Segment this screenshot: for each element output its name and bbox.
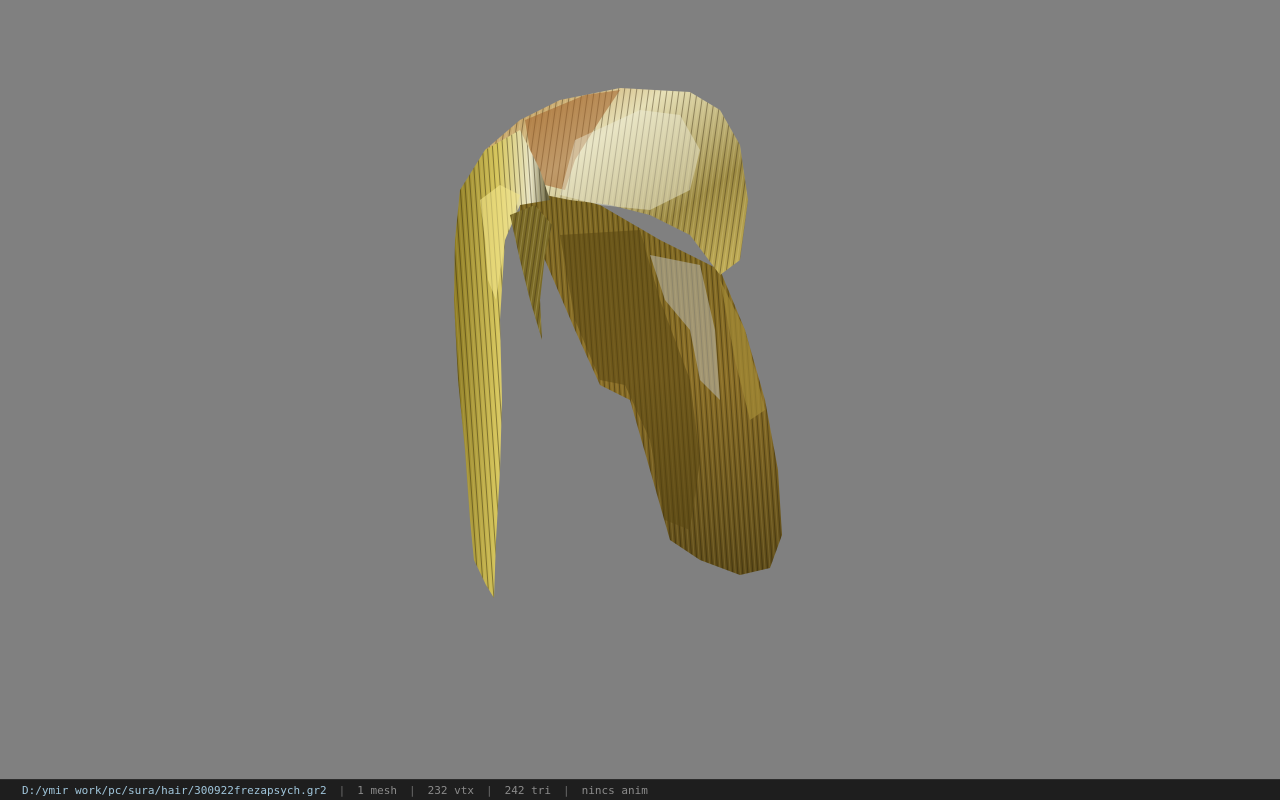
animation-status: nincs anim bbox=[581, 783, 648, 797]
separator: | bbox=[338, 783, 346, 797]
hair-model bbox=[454, 88, 782, 598]
file-path: D:/ymir work/pc/sura/hair/300922frezapsy… bbox=[22, 783, 327, 797]
mesh-count: 1 mesh bbox=[357, 783, 398, 797]
separator: | bbox=[486, 783, 493, 797]
vertex-count: 232 vtx bbox=[427, 783, 474, 797]
separator: | bbox=[562, 783, 570, 797]
3d-viewport[interactable] bbox=[0, 0, 1280, 779]
separator: | bbox=[409, 783, 416, 797]
status-bar: D:/ymir work/pc/sura/hair/300922frezapsy… bbox=[0, 779, 1280, 800]
triangle-count: 242 tri bbox=[504, 783, 551, 797]
